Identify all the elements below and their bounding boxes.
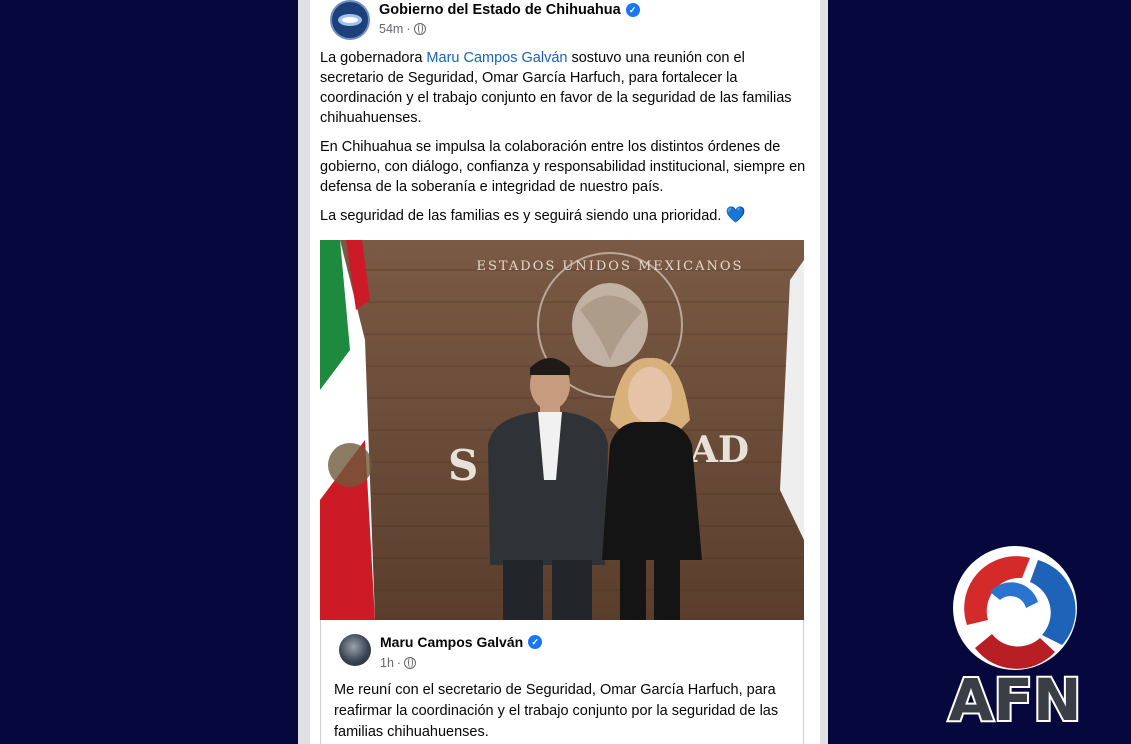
shared-post-time[interactable]: 1h xyxy=(380,656,394,670)
paragraph-3-text: La seguridad de las familias es y seguir… xyxy=(320,208,722,224)
shared-post-meta: 1h · xyxy=(380,656,417,670)
mention-link[interactable]: Maru Campos Galván xyxy=(426,50,567,66)
post-meta: 54m · xyxy=(379,22,426,36)
verified-badge-icon: ✓ xyxy=(625,3,640,17)
seal-text: ESTADOS UNIDOS MEXICANOS xyxy=(477,259,744,274)
globe-icon xyxy=(404,657,417,669)
shared-author-row: Maru Campos Galván ✓ xyxy=(380,634,543,650)
page-name[interactable]: Gobierno del Estado de Chihuahua xyxy=(379,2,621,18)
wall-text-right: AD xyxy=(689,429,749,471)
shared-post[interactable]: Maru Campos Galván ✓ 1h · Me reuní con e… xyxy=(320,620,804,744)
facebook-post: Gobierno del Estado de Chihuahua ✓ 54m ·… xyxy=(310,0,820,744)
verified-badge-icon: ✓ xyxy=(528,635,543,649)
shared-author-name[interactable]: Maru Campos Galván xyxy=(380,634,523,650)
post-header: Gobierno del Estado de Chihuahua ✓ 54m · xyxy=(320,0,810,40)
mexican-flag xyxy=(320,240,375,620)
photo-illustration: ESTADOS UNIDOS MEXICANOS S AD xyxy=(320,240,804,620)
afn-logo: AFN xyxy=(946,546,1084,730)
post-time[interactable]: 54m xyxy=(379,22,403,36)
post-text: La gobernadora Maru Campos Galván sostuv… xyxy=(320,48,810,235)
post-photo[interactable]: ESTADOS UNIDOS MEXICANOS S AD xyxy=(320,240,804,620)
globe-icon xyxy=(413,23,426,35)
shared-meta-separator: · xyxy=(396,656,402,670)
afn-logo-text: AFN xyxy=(948,666,1081,730)
post-paragraph-2: En Chihuahua se impulsa la colaboración … xyxy=(320,139,806,195)
post-paragraph-1: La gobernadora Maru Campos Galván sostuv… xyxy=(320,48,810,128)
shared-post-text: Me reuní con el secretario de Seguridad,… xyxy=(334,682,779,740)
page-avatar[interactable] xyxy=(330,0,370,40)
paragraph-1-prefix: La gobernadora xyxy=(320,50,427,66)
state-emblem-icon xyxy=(338,14,362,26)
shared-author-avatar[interactable] xyxy=(339,634,371,666)
frame-right-border xyxy=(820,0,828,744)
wall-text-left: S xyxy=(448,441,478,490)
post-paragraph-3: La seguridad de las familias es y seguir… xyxy=(320,206,810,226)
page-name-row: Gobierno del Estado de Chihuahua ✓ xyxy=(379,2,640,18)
blue-heart-icon: 💙 xyxy=(725,207,746,224)
meta-separator: · xyxy=(406,22,411,36)
frame-left-border xyxy=(298,0,310,744)
